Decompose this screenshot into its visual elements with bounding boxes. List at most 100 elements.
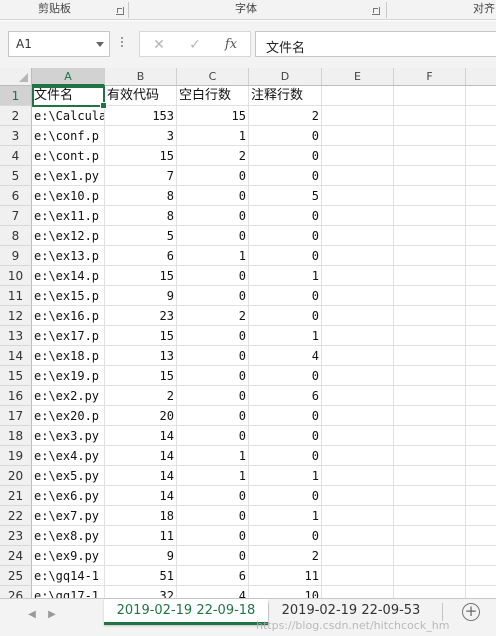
cell-f19[interactable]: [394, 446, 466, 466]
cell-f16[interactable]: [394, 386, 466, 406]
worksheet-grid[interactable]: A B C D E F 1 文件名 有效代码 空白行数 注释行数 2 e:\Calcula 153 15 2 3…: [0, 68, 496, 598]
drag-handle-icon[interactable]: [120, 35, 124, 53]
cell-f11[interactable]: [394, 286, 466, 306]
cell-g3[interactable]: [466, 126, 496, 146]
cell-b9[interactable]: 6: [105, 246, 177, 266]
dialog-launcher-icon[interactable]: [116, 7, 124, 15]
cell-a13[interactable]: e:\ex17.p: [32, 326, 105, 346]
cell-c24[interactable]: 0: [177, 546, 249, 566]
cell-c21[interactable]: 0: [177, 486, 249, 506]
cell-e22[interactable]: [322, 506, 394, 526]
row-header[interactable]: 23: [0, 526, 32, 546]
row-header[interactable]: 26: [0, 586, 32, 598]
row-header[interactable]: 5: [0, 166, 32, 186]
cell-a25[interactable]: e:\gq14-1: [32, 566, 105, 586]
cell-b13[interactable]: 15: [105, 326, 177, 346]
cell-g8[interactable]: [466, 226, 496, 246]
column-header-g[interactable]: [466, 68, 496, 86]
cell-e5[interactable]: [322, 166, 394, 186]
cell-e9[interactable]: [322, 246, 394, 266]
row-header[interactable]: 13: [0, 326, 32, 346]
cell-b25[interactable]: 51: [105, 566, 177, 586]
cell-c16[interactable]: 0: [177, 386, 249, 406]
cell-b11[interactable]: 9: [105, 286, 177, 306]
cell-e1[interactable]: [322, 86, 394, 106]
cell-c7[interactable]: 0: [177, 206, 249, 226]
cell-c22[interactable]: 0: [177, 506, 249, 526]
cell-d1[interactable]: 注释行数: [249, 86, 322, 106]
cell-f14[interactable]: [394, 346, 466, 366]
cell-e7[interactable]: [322, 206, 394, 226]
cell-c8[interactable]: 0: [177, 226, 249, 246]
cell-b19[interactable]: 14: [105, 446, 177, 466]
cell-b18[interactable]: 14: [105, 426, 177, 446]
cell-d5[interactable]: 0: [249, 166, 322, 186]
cell-b17[interactable]: 20: [105, 406, 177, 426]
row-header[interactable]: 7: [0, 206, 32, 226]
row-header[interactable]: 17: [0, 406, 32, 426]
cell-a11[interactable]: e:\ex15.p: [32, 286, 105, 306]
cell-e11[interactable]: [322, 286, 394, 306]
chevron-down-icon[interactable]: [96, 42, 104, 47]
cell-g10[interactable]: [466, 266, 496, 286]
cell-d13[interactable]: 1: [249, 326, 322, 346]
insert-function-icon[interactable]: fx: [220, 35, 242, 55]
cell-f7[interactable]: [394, 206, 466, 226]
cell-f6[interactable]: [394, 186, 466, 206]
cell-c6[interactable]: 0: [177, 186, 249, 206]
cell-c13[interactable]: 0: [177, 326, 249, 346]
row-header[interactable]: 19: [0, 446, 32, 466]
cell-b23[interactable]: 11: [105, 526, 177, 546]
cell-f1[interactable]: [394, 86, 466, 106]
cell-b16[interactable]: 2: [105, 386, 177, 406]
cell-g21[interactable]: [466, 486, 496, 506]
cell-a21[interactable]: e:\ex6.py: [32, 486, 105, 506]
cell-g2[interactable]: [466, 106, 496, 126]
cell-a3[interactable]: e:\conf.p: [32, 126, 105, 146]
cell-a9[interactable]: e:\ex13.p: [32, 246, 105, 266]
cell-d26[interactable]: 10: [249, 586, 322, 598]
cell-b2[interactable]: 153: [105, 106, 177, 126]
cell-b3[interactable]: 3: [105, 126, 177, 146]
row-header[interactable]: 11: [0, 286, 32, 306]
cell-b26[interactable]: 32: [105, 586, 177, 598]
cell-b14[interactable]: 13: [105, 346, 177, 366]
cell-d20[interactable]: 1: [249, 466, 322, 486]
cell-g23[interactable]: [466, 526, 496, 546]
cell-c26[interactable]: 4: [177, 586, 249, 598]
row-header[interactable]: 14: [0, 346, 32, 366]
cell-d19[interactable]: 0: [249, 446, 322, 466]
cell-a5[interactable]: e:\ex1.py: [32, 166, 105, 186]
cell-b12[interactable]: 23: [105, 306, 177, 326]
cell-d4[interactable]: 0: [249, 146, 322, 166]
cell-b15[interactable]: 15: [105, 366, 177, 386]
cell-b4[interactable]: 15: [105, 146, 177, 166]
cell-g12[interactable]: [466, 306, 496, 326]
cell-a8[interactable]: e:\ex12.p: [32, 226, 105, 246]
cell-d12[interactable]: 0: [249, 306, 322, 326]
cell-f21[interactable]: [394, 486, 466, 506]
cell-d3[interactable]: 0: [249, 126, 322, 146]
cell-e13[interactable]: [322, 326, 394, 346]
row-header[interactable]: 1: [0, 86, 32, 106]
row-header[interactable]: 16: [0, 386, 32, 406]
cell-c5[interactable]: 0: [177, 166, 249, 186]
cell-f3[interactable]: [394, 126, 466, 146]
cell-a22[interactable]: e:\ex7.py: [32, 506, 105, 526]
cell-f15[interactable]: [394, 366, 466, 386]
cell-f12[interactable]: [394, 306, 466, 326]
cell-g1[interactable]: [466, 86, 496, 106]
cell-d2[interactable]: 2: [249, 106, 322, 126]
cell-g6[interactable]: [466, 186, 496, 206]
cell-a19[interactable]: e:\ex4.py: [32, 446, 105, 466]
cell-c18[interactable]: 0: [177, 426, 249, 446]
cell-f23[interactable]: [394, 526, 466, 546]
dialog-launcher-icon[interactable]: [372, 7, 380, 15]
cell-b21[interactable]: 14: [105, 486, 177, 506]
name-box[interactable]: A1: [8, 31, 110, 57]
row-header[interactable]: 25: [0, 566, 32, 586]
cell-e25[interactable]: [322, 566, 394, 586]
cell-c9[interactable]: 1: [177, 246, 249, 266]
row-header[interactable]: 12: [0, 306, 32, 326]
cell-a12[interactable]: e:\ex16.p: [32, 306, 105, 326]
